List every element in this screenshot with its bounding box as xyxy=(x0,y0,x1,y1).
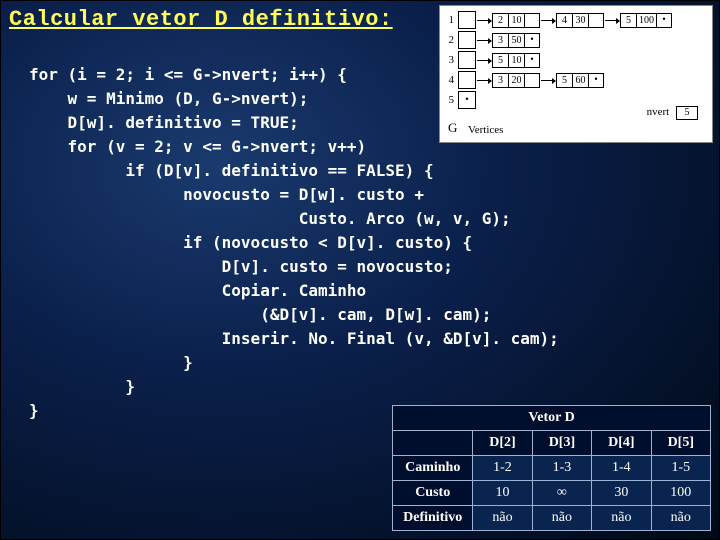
vector-d-table: Vetor D D[2]D[3]D[4]D[5] Caminho1-21-31-… xyxy=(392,405,711,531)
vector-d-cell: ∞ xyxy=(532,481,591,506)
adj-node: 560 xyxy=(556,73,604,88)
vector-d-corner xyxy=(393,431,473,456)
arrow-icon xyxy=(477,80,491,81)
adj-row-index: 1 xyxy=(444,14,454,26)
vector-d-cell: não xyxy=(532,506,591,531)
vector-d-cell: 1-2 xyxy=(473,456,532,481)
table-row: Custo10∞30100 xyxy=(393,481,711,506)
adj-row-index: 2 xyxy=(444,34,454,46)
graph-nvert: nvert 5 xyxy=(647,106,698,120)
adj-node: 430 xyxy=(556,13,604,28)
vector-d-row-label: Caminho xyxy=(393,456,473,481)
adj-row-index: 4 xyxy=(444,74,454,86)
vector-d-col-header: D[2] xyxy=(473,431,532,456)
table-row: Caminho1-21-31-41-5 xyxy=(393,456,711,481)
vector-d-cell: 1-4 xyxy=(592,456,651,481)
adj-node: 510 xyxy=(492,53,540,68)
adj-head-cell xyxy=(458,31,476,49)
adj-head-cell xyxy=(458,51,476,69)
vector-d-cell: não xyxy=(592,506,651,531)
vector-d-cell: 10 xyxy=(473,481,532,506)
adj-head-cell xyxy=(458,71,476,89)
adj-row: 3 510 xyxy=(444,50,540,70)
arrow-icon xyxy=(605,20,619,21)
vector-d-cell: 30 xyxy=(592,481,651,506)
adj-head-cell xyxy=(458,91,476,109)
arrow-icon xyxy=(477,40,491,41)
vector-d-cell: não xyxy=(473,506,532,531)
graph-vertices-label: Vertices xyxy=(468,124,503,136)
adj-node: 320 xyxy=(492,73,540,88)
adj-row-index: 5 xyxy=(444,94,454,106)
adj-row: 5 xyxy=(444,90,476,110)
adj-head-cell xyxy=(458,11,476,29)
vector-d-cell: 1-3 xyxy=(532,456,591,481)
arrow-icon xyxy=(477,60,491,61)
vector-d-title: Vetor D xyxy=(393,406,711,431)
vector-d-cell: não xyxy=(651,506,710,531)
vector-d-col-header: D[3] xyxy=(532,431,591,456)
adj-node: 350 xyxy=(492,33,540,48)
adj-node: 5100 xyxy=(620,13,672,28)
graph-diagram: 1 210 430 5100 2 350 3 510 4 320 560 5 Vertices Gnver… xyxy=(439,5,713,143)
adj-row-index: 3 xyxy=(444,54,454,66)
vector-d-col-header: D[5] xyxy=(651,431,710,456)
slide-title: Calcular vetor D definitivo: xyxy=(9,7,393,32)
arrow-icon xyxy=(541,80,555,81)
adj-row: 4 320 560 xyxy=(444,70,604,90)
table-row: Definitivonãonãonãonão xyxy=(393,506,711,531)
graph-g-label: G xyxy=(448,120,457,136)
vector-d-row-label: Definitivo xyxy=(393,506,473,531)
adj-row: 1 210 430 5100 xyxy=(444,10,672,30)
vector-d-cell: 100 xyxy=(651,481,710,506)
arrow-icon xyxy=(477,20,491,21)
vector-d-cell: 1-5 xyxy=(651,456,710,481)
adj-node: 210 xyxy=(492,13,540,28)
vector-d-col-header: D[4] xyxy=(592,431,651,456)
adj-row: 2 350 xyxy=(444,30,540,50)
arrow-icon xyxy=(541,20,555,21)
vector-d-row-label: Custo xyxy=(393,481,473,506)
